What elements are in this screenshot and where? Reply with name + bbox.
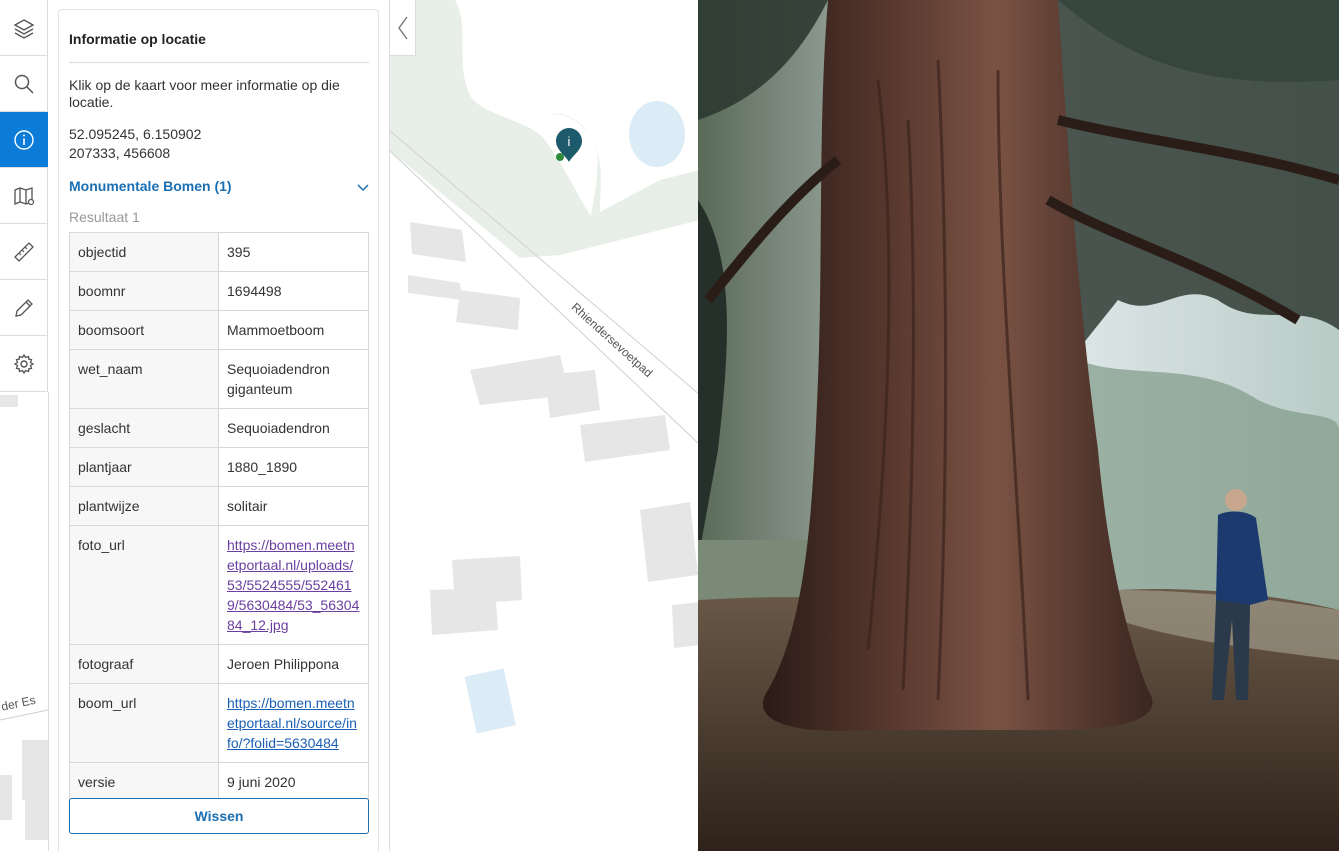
panel-border xyxy=(389,56,390,851)
attr-value: Jeroen Philippona xyxy=(218,644,369,684)
table-row: wet_naam Sequoiadendron giganteum xyxy=(69,349,369,409)
attr-key: geslacht xyxy=(69,408,219,448)
table-row: boom_url https://bomen.meetnetportaal.nl/… xyxy=(69,683,369,763)
attr-key: plantwijze xyxy=(69,486,219,526)
panel-divider xyxy=(69,62,369,63)
attr-key: foto_url xyxy=(69,525,219,645)
attr-key: boomsoort xyxy=(69,310,219,350)
layers-icon xyxy=(13,18,35,39)
attr-key: fotograaf xyxy=(69,644,219,684)
search-button[interactable] xyxy=(0,56,48,112)
toolbar-border xyxy=(48,392,49,851)
pencil-icon xyxy=(15,298,33,317)
table-row: geslacht Sequoiadendron xyxy=(69,408,369,448)
tree-photo xyxy=(698,0,1339,851)
info-panel: Informatie op locatie Klik op de kaart v… xyxy=(58,9,379,851)
measure-button[interactable] xyxy=(0,224,48,280)
attr-value: solitair xyxy=(218,486,369,526)
chevron-down-icon xyxy=(357,184,369,192)
layers-button[interactable] xyxy=(0,0,48,56)
table-row: fotograaf Jeroen Philippona xyxy=(69,644,369,684)
tree-point-icon[interactable] xyxy=(556,153,564,161)
marker-label: i xyxy=(568,134,571,149)
table-row: versie 9 juni 2020 xyxy=(69,762,369,802)
tree-photo-image xyxy=(698,0,1339,851)
panel-title: Informatie op locatie xyxy=(69,31,206,47)
table-row: objectid 395 xyxy=(69,232,369,272)
attribute-table: objectid 395 boomnr 1694498 boomsoort Mammo… xyxy=(69,232,369,802)
search-icon xyxy=(14,74,34,94)
table-row: boomnr 1694498 xyxy=(69,271,369,311)
table-row: foto_url https://bomen.meetnetportaal.nl/… xyxy=(69,525,369,645)
attr-value: https://bomen.meetnetportaal.nl/uploads/… xyxy=(218,525,369,645)
collapse-panel-button[interactable] xyxy=(389,0,416,56)
table-row: plantwijze solitair xyxy=(69,486,369,526)
attr-value: 1694498 xyxy=(218,271,369,311)
info-button[interactable] xyxy=(0,112,48,168)
attr-value: Mammoetboom xyxy=(218,310,369,350)
coords-wgs84: 52.095245, 6.150902 xyxy=(69,126,202,142)
attr-key: boomnr xyxy=(69,271,219,311)
attr-key: objectid xyxy=(69,232,219,272)
coords-rd: 207333, 456608 xyxy=(69,145,171,161)
attr-value: https://bomen.meetnetportaal.nl/source/i… xyxy=(218,683,369,763)
table-row: plantjaar 1880_1890 xyxy=(69,447,369,487)
map-legend-icon xyxy=(14,186,35,205)
settings-icon xyxy=(13,353,35,374)
table-row: boomsoort Mammoetboom xyxy=(69,310,369,350)
attr-value: 9 juni 2020 xyxy=(218,762,369,802)
attr-key: wet_naam xyxy=(69,349,219,409)
clear-button[interactable]: Wissen xyxy=(69,798,369,834)
attr-value: 1880_1890 xyxy=(218,447,369,487)
result-label: Resultaat 1 xyxy=(69,209,140,225)
legend-button[interactable] xyxy=(0,168,48,224)
ruler-icon xyxy=(14,241,34,262)
panel-intro: Klik op de kaart voor meer informatie op… xyxy=(69,77,340,110)
attr-key: boom_url xyxy=(69,683,219,763)
coordinates: 52.095245, 6.150902 207333, 456608 xyxy=(69,125,201,163)
app-root: i Rhiendersevoetpad der Es Informatie op… xyxy=(0,0,1339,851)
info-icon xyxy=(14,129,34,150)
foto-url-link[interactable]: https://bomen.meetnetportaal.nl/uploads/… xyxy=(227,537,359,633)
section-title: Monumentale Bomen (1) xyxy=(69,178,232,194)
draw-button[interactable] xyxy=(0,280,48,336)
attr-value: Sequoiadendron giganteum xyxy=(218,349,369,409)
left-toolbar xyxy=(0,0,48,392)
settings-button[interactable] xyxy=(0,336,48,392)
attr-value: Sequoiadendron xyxy=(218,408,369,448)
chevron-left-icon xyxy=(397,16,408,39)
boom-url-link[interactable]: https://bomen.meetnetportaal.nl/source/i… xyxy=(227,695,357,751)
attr-value: 395 xyxy=(218,232,369,272)
section-toggle-monumentale-bomen[interactable]: Monumentale Bomen (1) xyxy=(69,178,369,198)
attr-key: versie xyxy=(69,762,219,802)
attr-key: plantjaar xyxy=(69,447,219,487)
